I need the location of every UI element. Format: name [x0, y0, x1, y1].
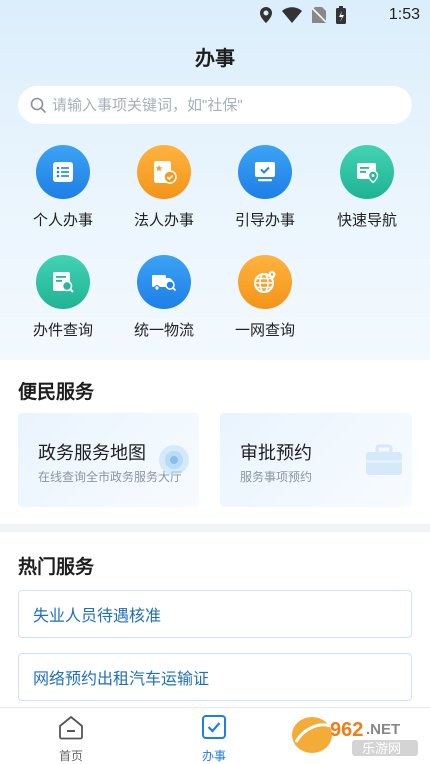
truck-search-icon [137, 255, 191, 309]
watermark-number: 962 [330, 719, 363, 741]
card-appointment[interactable]: 审批预约 服务事项预约 [220, 413, 412, 507]
action-label: 引导办事 [234, 212, 295, 229]
action-label: 个人办事 [32, 212, 93, 229]
card-service-map[interactable]: 政务服务地图 在线查询全市政务服务大厅 [18, 413, 199, 507]
tab-services[interactable]: 办事 [179, 714, 249, 764]
briefcase-icon [366, 444, 402, 475]
monitor-check-icon [238, 145, 292, 199]
globe-pin-icon [238, 255, 292, 309]
action-logistics[interactable]: 统一物流 [114, 255, 214, 340]
battery-icon [336, 6, 346, 24]
card-subtitle: 服务事项预约 [240, 470, 313, 484]
home-icon [59, 716, 83, 740]
tab-home[interactable]: 首页 [36, 714, 106, 764]
tab-label: 办事 [201, 749, 226, 763]
action-label: 法人办事 [133, 212, 194, 229]
action-online-query[interactable]: 一网查询 [215, 255, 315, 340]
action-label: 办件查询 [32, 322, 93, 339]
search-input[interactable] [52, 96, 392, 114]
action-label: 一网查询 [234, 322, 295, 339]
list-icon [36, 145, 90, 199]
hot-service-item[interactable]: 网络预约出租汽车运输证 [18, 653, 412, 701]
action-personal[interactable]: 个人办事 [13, 145, 113, 230]
watermark-suffix: .NET [366, 721, 400, 738]
action-navigation[interactable]: 快速导航 [317, 145, 417, 230]
checkbox-icon [202, 715, 226, 739]
clock: 1:53 [388, 6, 420, 23]
map-pin-icon [340, 145, 394, 199]
action-guide[interactable]: 引导办事 [215, 145, 315, 230]
document-search-icon [36, 255, 90, 309]
section-divider [0, 524, 430, 532]
wifi-icon [282, 7, 302, 23]
no-sim-icon [312, 7, 326, 23]
card-title: 政务服务地图 [38, 443, 146, 463]
location-icon [260, 7, 272, 23]
search-icon [30, 97, 46, 113]
watermark-logo: 962 .NET 乐游网 [292, 717, 418, 757]
hot-section-title: 热门服务 [18, 557, 95, 578]
action-legal[interactable]: 法人办事 [114, 145, 214, 230]
action-label: 统一物流 [133, 322, 194, 339]
map-marker-icon [159, 445, 189, 475]
hot-service-item[interactable]: 失业人员待遇核准 [18, 590, 412, 638]
action-label: 快速导航 [336, 212, 397, 229]
search-bar[interactable] [18, 86, 412, 124]
watermark-text: 乐游网 [362, 742, 401, 757]
convenience-section-title: 便民服务 [18, 382, 95, 403]
status-bar: 1:53 [0, 0, 430, 30]
card-title: 审批预约 [240, 443, 312, 463]
page-title: 办事 [195, 48, 235, 70]
certificate-icon [137, 145, 191, 199]
action-query[interactable]: 办件查询 [13, 255, 113, 340]
tab-label: 首页 [58, 749, 83, 763]
